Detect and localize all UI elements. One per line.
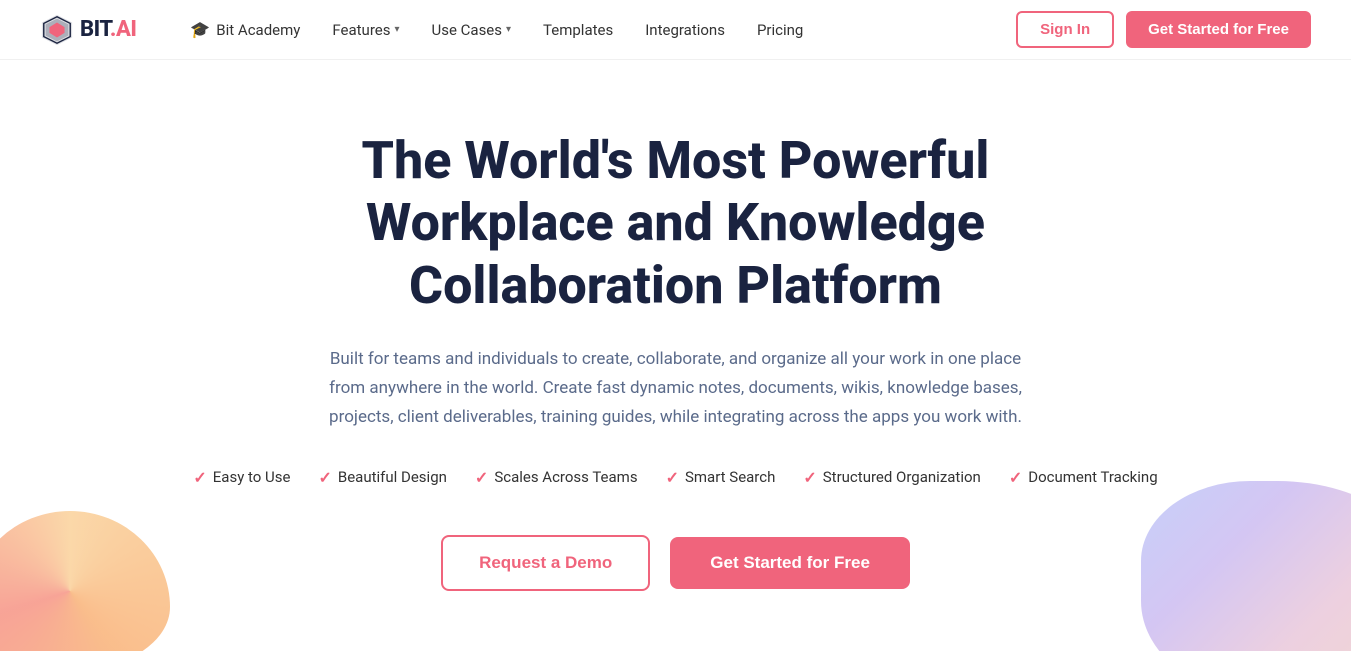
- feature-item: ✓Smart Search: [666, 468, 776, 487]
- nav-pricing[interactable]: Pricing: [743, 13, 817, 47]
- check-icon: ✓: [193, 468, 206, 487]
- nav-right: Sign In Get Started for Free: [1016, 11, 1311, 48]
- check-icon: ✓: [318, 468, 331, 487]
- blob-left-decoration: [0, 511, 170, 651]
- chevron-down-icon: ▾: [506, 24, 511, 35]
- logo-text: BIT.AI: [80, 17, 136, 42]
- check-icon: ✓: [803, 468, 816, 487]
- get-started-nav-button[interactable]: Get Started for Free: [1126, 11, 1311, 48]
- hero-section: The World's Most Powerful Workplace and …: [0, 60, 1351, 651]
- logo[interactable]: BIT.AI: [40, 13, 136, 47]
- nav-use-cases[interactable]: Use Cases ▾: [418, 13, 526, 47]
- feature-item: ✓Easy to Use: [193, 468, 290, 487]
- check-icon: ✓: [666, 468, 679, 487]
- nav-templates[interactable]: Templates: [529, 13, 627, 47]
- hero-headline: The World's Most Powerful Workplace and …: [276, 130, 1076, 317]
- feature-item: ✓Document Tracking: [1009, 468, 1158, 487]
- chevron-down-icon: ▾: [394, 24, 399, 35]
- navbar: BIT.AI 🎓 Bit Academy Features ▾ Use Case…: [0, 0, 1351, 60]
- nav-academy[interactable]: 🎓 Bit Academy: [176, 12, 314, 47]
- feature-item: ✓Beautiful Design: [318, 468, 446, 487]
- hero-subtext: Built for teams and individuals to creat…: [326, 345, 1026, 432]
- cta-buttons: Request a Demo Get Started for Free: [441, 535, 910, 591]
- academy-icon: 🎓: [190, 20, 210, 39]
- blob-right-decoration: [1141, 481, 1351, 651]
- check-icon: ✓: [475, 468, 488, 487]
- request-demo-button[interactable]: Request a Demo: [441, 535, 650, 591]
- get-started-hero-button[interactable]: Get Started for Free: [670, 537, 910, 589]
- feature-item: ✓Structured Organization: [803, 468, 980, 487]
- feature-item: ✓Scales Across Teams: [475, 468, 638, 487]
- check-icon: ✓: [1009, 468, 1022, 487]
- nav-links: 🎓 Bit Academy Features ▾ Use Cases ▾ Tem…: [176, 12, 1016, 47]
- features-list: ✓Easy to Use ✓Beautiful Design ✓Scales Acr…: [193, 468, 1157, 487]
- signin-button[interactable]: Sign In: [1016, 11, 1114, 48]
- nav-features[interactable]: Features ▾: [318, 13, 413, 47]
- nav-integrations[interactable]: Integrations: [631, 13, 739, 47]
